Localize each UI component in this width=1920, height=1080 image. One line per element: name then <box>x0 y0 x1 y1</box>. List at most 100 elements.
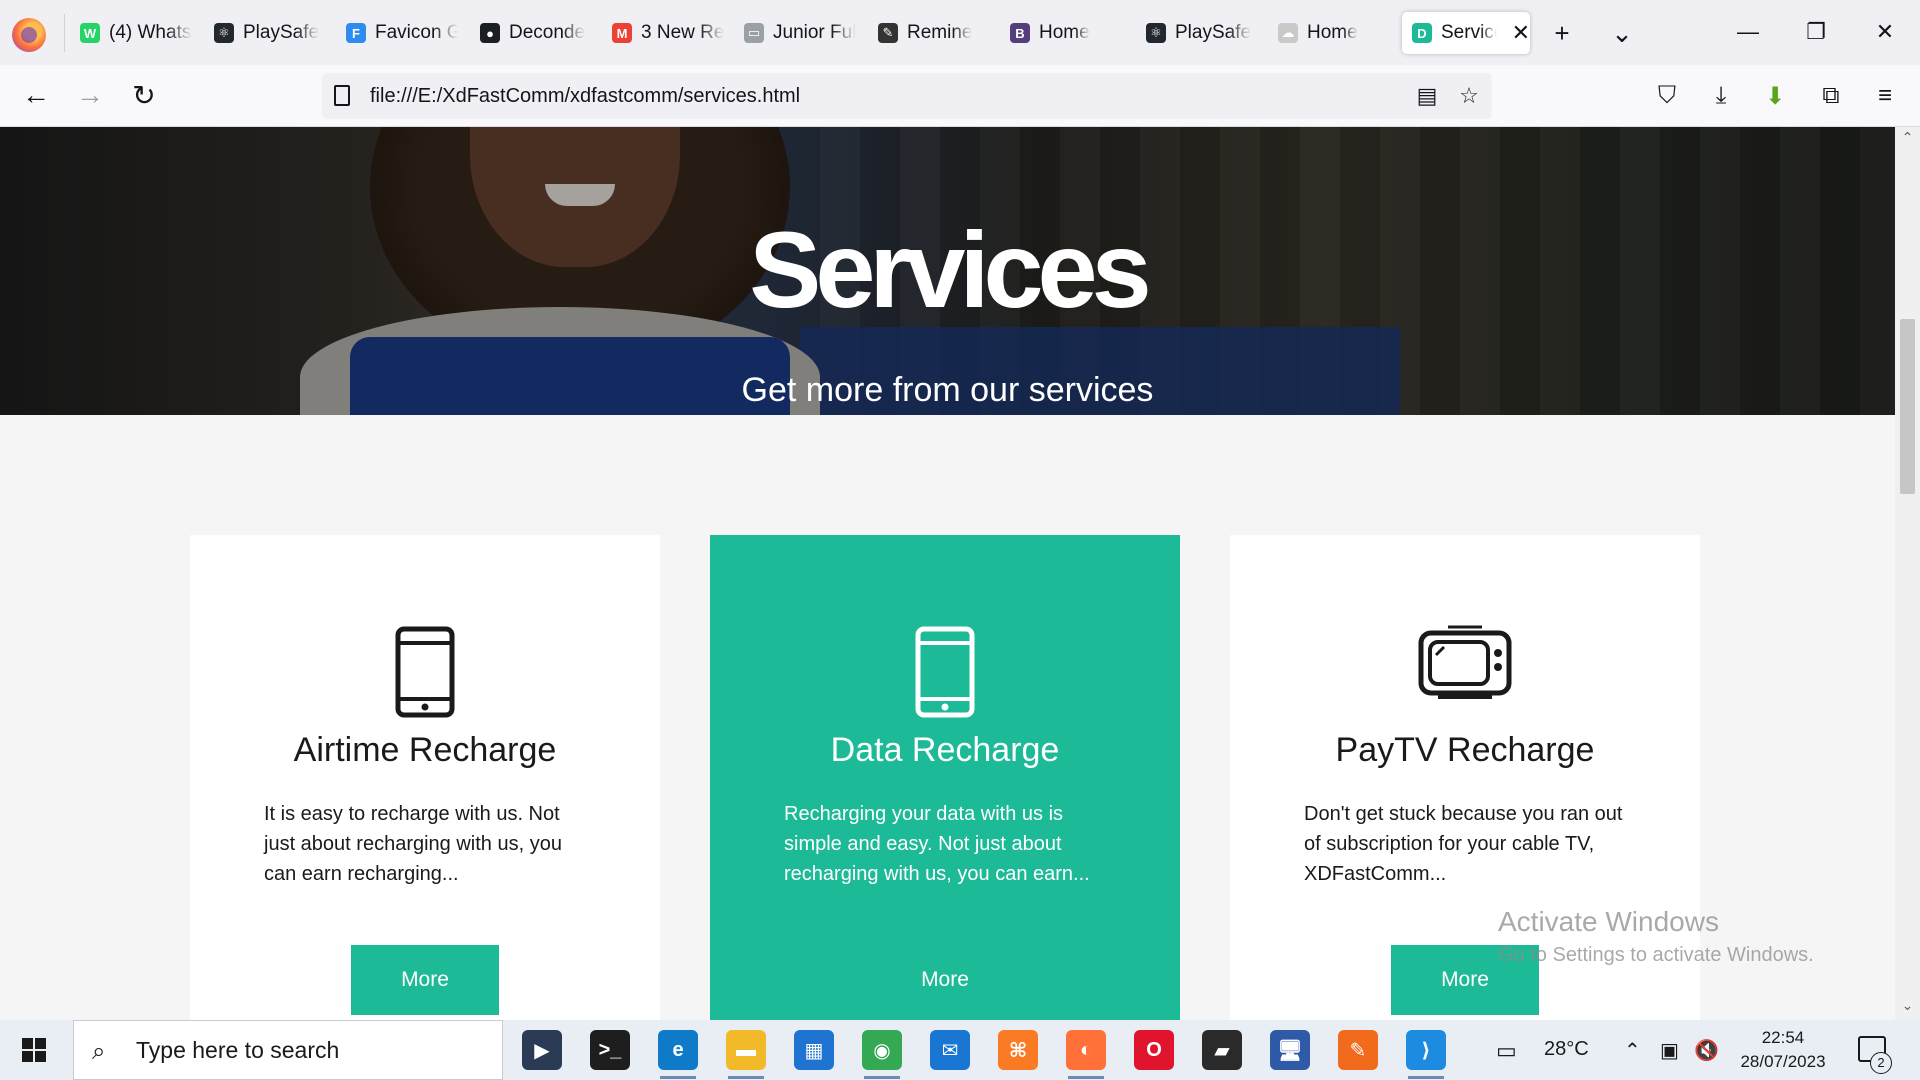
site-icon: D <box>1412 23 1432 43</box>
reader-view-icon[interactable]: ▤ <box>1412 81 1442 111</box>
service-card-data: Data Recharge Recharging your data with … <box>710 535 1180 1020</box>
browser-tab[interactable]: ● Deconde <box>470 12 592 54</box>
file-explorer-app-icon[interactable]: ▬ <box>726 1030 766 1079</box>
cloud-icon: ☁ <box>1278 23 1298 43</box>
minimize-button[interactable]: — <box>1718 12 1778 52</box>
react-icon: ⚛ <box>1146 23 1166 43</box>
card-title: Airtime Recharge <box>293 731 557 769</box>
reload-button[interactable]: ↻ <box>124 75 164 115</box>
tab-label: PlaySafe <box>1175 22 1252 43</box>
scroll-up-icon[interactable]: ⌃ <box>1900 129 1915 146</box>
tab-label: Favicon Generator <box>375 22 458 43</box>
scroll-down-icon[interactable]: ⌄ <box>1900 997 1915 1014</box>
sticky-notes-app-icon[interactable]: ▰ <box>1202 1030 1242 1070</box>
search-placeholder[interactable]: Type here to search <box>136 1037 339 1064</box>
card-description: Don't get stuck because you ran out of s… <box>1304 803 1623 885</box>
windows-start-icon[interactable] <box>22 1038 46 1062</box>
network-app-icon[interactable]: 🖥 <box>1270 1030 1310 1070</box>
tab-label: Deconde <box>509 22 586 43</box>
page-info-icon[interactable] <box>334 85 350 106</box>
clock-time: 22:54 <box>1761 1028 1805 1047</box>
app-menu-icon[interactable]: ≡ <box>1866 77 1904 115</box>
system-clock[interactable]: 22:54 28/07/2023 <box>1728 1026 1838 1074</box>
bookmark-star-icon[interactable]: ☆ <box>1454 81 1484 111</box>
card-title: Data Recharge <box>830 731 1060 769</box>
restore-button[interactable]: ❐ <box>1786 12 1846 52</box>
notification-count-badge: 2 <box>1870 1052 1892 1074</box>
firefox-menu-icon[interactable] <box>12 18 46 52</box>
mail-app-icon[interactable]: ✉ <box>930 1030 970 1070</box>
volume-muted-icon[interactable]: 🔇 <box>1694 1038 1719 1063</box>
browser-tab[interactable]: D Services ✕ <box>1402 12 1530 54</box>
powershell-app-icon[interactable]: ▶ <box>522 1030 562 1070</box>
show-hidden-icons-icon[interactable]: ⌃ <box>1624 1038 1641 1063</box>
browser-tab-strip: W (4) WhatsApp ⚛ PlaySafe F Favicon Generator… <box>0 0 1920 65</box>
weather-icon[interactable]: ▭ <box>1496 1038 1517 1064</box>
pen-icon: ✎ <box>878 23 898 43</box>
hero-banner: Services Get more from our services <box>0 127 1895 415</box>
gmail-icon: M <box>612 23 632 43</box>
pocket-icon[interactable]: ⛉ <box>1648 77 1686 115</box>
downloads-icon[interactable]: ⤓ <box>1702 77 1740 115</box>
browser-tab[interactable]: W (4) WhatsApp <box>70 12 192 54</box>
more-button[interactable]: More <box>871 945 1019 1015</box>
github-icon: ● <box>480 23 500 43</box>
tv-icon <box>1230 625 1700 715</box>
card-description: It is easy to recharge with us. Not just… <box>264 803 562 885</box>
extensions-icon[interactable]: ⧉ <box>1812 77 1850 115</box>
meet-now-icon[interactable]: ▣ <box>1660 1038 1679 1063</box>
forward-button[interactable]: → <box>70 75 110 115</box>
tab-label: Remine <box>907 22 973 43</box>
browser-tab[interactable]: ✎ Remine <box>868 12 990 54</box>
back-button[interactable]: ← <box>16 75 56 115</box>
browser-tab[interactable]: M 3 New Requests <box>602 12 724 54</box>
tab-label: (4) WhatsApp <box>109 22 192 43</box>
card-description: Recharging your data with us is simple a… <box>784 803 1090 885</box>
close-window-button[interactable]: ✕ <box>1855 12 1915 52</box>
browser-tab[interactable]: ⚛ PlaySafe <box>1136 12 1258 54</box>
tab-separator <box>64 14 65 52</box>
address-bar[interactable]: file:///E:/XdFastComm/xdfastcomm/service… <box>322 73 1492 119</box>
store-app-icon[interactable]: ▦ <box>794 1030 834 1070</box>
tab-label: 3 New Requests <box>641 22 724 43</box>
scrollbar-thumb[interactable] <box>1900 319 1915 494</box>
download-manager-extension-icon[interactable]: ⬇ <box>1756 77 1794 115</box>
phone-icon <box>190 625 660 718</box>
whatsapp-icon: W <box>80 23 100 43</box>
tab-label: Junior Full <box>773 22 856 43</box>
favicon-icon: F <box>346 23 366 43</box>
pen-app-icon[interactable]: ✎ <box>1338 1030 1378 1070</box>
taskbar-search-box[interactable]: ⌕ Type here to search <box>73 1020 503 1080</box>
browser-tab[interactable]: ▭ Junior Full <box>734 12 856 54</box>
new-tab-button[interactable]: + <box>1542 14 1582 52</box>
vscode-app-icon[interactable]: ⟩ <box>1406 1030 1446 1079</box>
page-title: Services <box>749 209 1151 330</box>
browser-tab[interactable]: F Favicon Generator <box>336 12 458 54</box>
clock-date: 28/07/2023 <box>1740 1052 1826 1071</box>
react-icon: ⚛ <box>214 23 234 43</box>
search-icon: ⌕ <box>92 1038 106 1065</box>
terminal-app-icon[interactable]: >_ <box>590 1030 630 1070</box>
temperature-text[interactable]: 28°C <box>1544 1038 1589 1061</box>
url-text[interactable]: file:///E:/XdFastComm/xdfastcomm/service… <box>370 85 800 108</box>
browser-navigation-bar: ← → ↻ file:///E:/XdFastComm/xdfastcomm/s… <box>0 65 1920 127</box>
chrome-app-icon[interactable]: ◉ <box>862 1030 902 1079</box>
tab-label: Home <box>1307 22 1358 43</box>
page-scrollbar[interactable]: ⌃ ⌄ <box>1895 127 1920 1020</box>
more-button[interactable]: More <box>351 945 499 1015</box>
page-subtitle: Get more from our services <box>741 371 1154 409</box>
close-tab-icon[interactable]: ✕ <box>1512 20 1530 46</box>
watermark-subtitle: Go to Settings to activate Windows. <box>1498 944 1814 966</box>
opera-app-icon[interactable]: O <box>1134 1030 1174 1070</box>
tab-label: Home <box>1039 22 1090 43</box>
browser-tab[interactable]: ⚛ PlaySafe <box>204 12 326 54</box>
firefox-app-icon[interactable]: ◐ <box>1066 1030 1106 1079</box>
browser-tab[interactable]: ☁ Home <box>1268 12 1390 54</box>
browser-tab[interactable]: B Home <box>1000 12 1122 54</box>
tab-list-chevron-icon[interactable]: ⌄ <box>1602 14 1642 52</box>
edge-app-icon[interactable]: e <box>658 1030 698 1079</box>
tab-label: PlaySafe <box>243 22 320 43</box>
watermark-title: Activate Windows <box>1498 906 1719 937</box>
activate-windows-watermark: Activate Windows Go to Settings to activ… <box>1498 906 1814 967</box>
xampp-app-icon[interactable]: ⌘ <box>998 1030 1038 1070</box>
